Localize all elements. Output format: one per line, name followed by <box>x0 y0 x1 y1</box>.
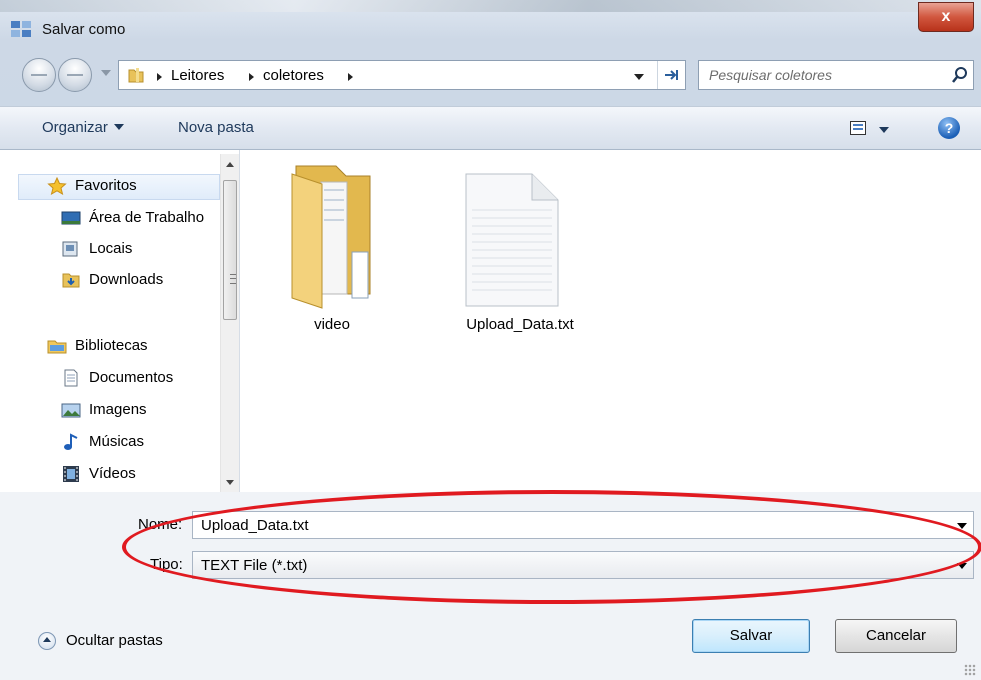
chevron-down-icon <box>113 124 124 130</box>
window-title: Salvar como <box>42 21 126 38</box>
search-icon[interactable] <box>951 66 969 84</box>
recent-pages-chevron-icon[interactable] <box>101 70 111 76</box>
address-bar[interactable]: Leitores coletores <box>118 60 686 90</box>
tree-label: Locais <box>89 240 133 257</box>
music-note-icon <box>64 433 78 450</box>
tree-label: Área de Trabalho <box>89 209 205 226</box>
pictures-icon <box>61 403 81 418</box>
command-toolbar: Organizar Nova pasta ? <box>0 106 981 150</box>
tree-label: Vídeos <box>89 465 136 482</box>
back-button[interactable] <box>22 58 56 92</box>
folder-icon <box>128 68 144 83</box>
breadcrumb-separator-icon[interactable] <box>348 73 353 81</box>
scrollbar-thumb[interactable] <box>223 180 237 320</box>
save-as-dialog: Salvar como x Leitores coletores Pesquis… <box>0 0 981 680</box>
file-item-video-folder[interactable]: video <box>262 160 402 340</box>
save-button[interactable]: Salvar <box>692 619 810 653</box>
folder-icon <box>291 165 371 309</box>
hide-folders-link[interactable]: Ocultar pastas <box>66 632 163 649</box>
search-input[interactable] <box>707 66 941 84</box>
file-type-select[interactable]: TEXT File (*.txt) <box>192 551 974 579</box>
content-area: Favoritos Área de Trabalho Locais Downlo… <box>0 150 981 492</box>
collapse-arrow-icon[interactable] <box>38 632 56 650</box>
libraries-icon <box>47 340 67 354</box>
name-label: Nome: <box>138 516 183 533</box>
tree-label: Bibliotecas <box>75 337 148 354</box>
grip-icon <box>230 274 236 284</box>
tree-label: Downloads <box>89 271 164 288</box>
film-icon <box>63 466 79 482</box>
organize-label: Organizar <box>42 119 108 136</box>
change-view-icon[interactable] <box>850 121 866 135</box>
address-dropdown-chevron-icon[interactable] <box>634 74 644 80</box>
breadcrumb-leitores[interactable]: Leitores <box>171 67 224 84</box>
tree-label: Documentos <box>89 369 174 386</box>
refresh-icon[interactable] <box>657 61 686 89</box>
scroll-up-arrow-icon[interactable] <box>226 162 234 167</box>
text-file-icon <box>465 173 559 307</box>
cancel-button[interactable]: Cancelar <box>835 619 957 653</box>
nav-pane-scrollbar[interactable] <box>220 154 239 492</box>
tree-label: Imagens <box>89 401 147 418</box>
chevron-down-icon[interactable] <box>957 523 967 529</box>
document-icon <box>64 369 78 387</box>
save-dialog-icon <box>11 21 31 37</box>
file-type-value: TEXT File (*.txt) <box>201 557 308 574</box>
scroll-down-arrow-icon[interactable] <box>226 480 234 485</box>
chevron-down-icon[interactable] <box>957 563 967 569</box>
organize-button[interactable]: Organizar <box>42 119 124 136</box>
star-icon <box>47 177 67 195</box>
view-options-chevron-icon[interactable] <box>879 127 889 133</box>
title-bar[interactable]: Salvar como x <box>0 0 981 44</box>
resize-grip-icon[interactable] <box>964 664 976 676</box>
new-folder-button[interactable]: Nova pasta <box>178 119 254 136</box>
forward-button[interactable] <box>58 58 92 92</box>
desktop-icon <box>61 211 81 225</box>
search-box[interactable] <box>698 60 974 90</box>
file-name: video <box>314 316 350 333</box>
downloads-folder-icon <box>62 273 80 288</box>
file-name: Upload_Data.txt <box>466 316 574 333</box>
tree-label: Músicas <box>89 433 145 450</box>
type-label: Tipo: <box>150 556 183 573</box>
breadcrumb-separator-icon <box>157 73 162 81</box>
recent-places-icon <box>62 241 78 257</box>
file-item-upload-data[interactable]: Upload_Data.txt <box>440 160 600 340</box>
help-icon[interactable]: ? <box>938 117 960 139</box>
breadcrumb-separator-icon <box>249 73 254 81</box>
navigation-pane: Favoritos Área de Trabalho Locais Downlo… <box>0 150 240 492</box>
tree-label: Favoritos <box>75 177 137 194</box>
file-name-input[interactable]: Upload_Data.txt <box>192 511 974 539</box>
file-name-value: Upload_Data.txt <box>201 517 309 534</box>
breadcrumb-coletores[interactable]: coletores <box>263 67 324 84</box>
close-button[interactable]: x <box>918 2 974 32</box>
